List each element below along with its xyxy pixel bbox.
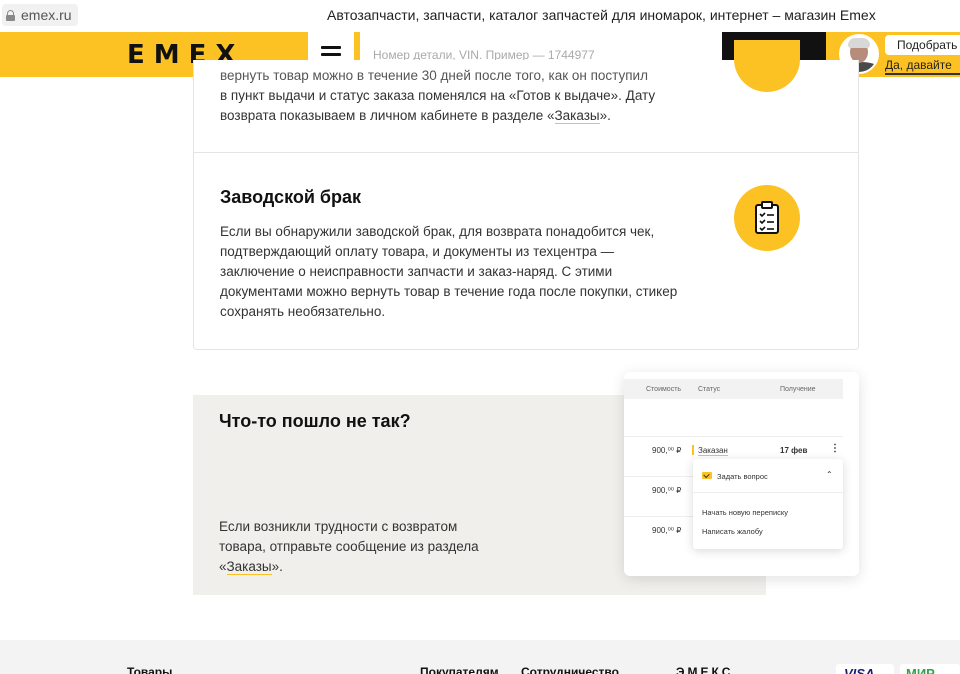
- badge-circle: [734, 40, 800, 92]
- status: Заказан: [698, 446, 728, 456]
- promo-accept-link[interactable]: Да, давайте: [885, 55, 960, 75]
- price: 900,⁰⁰ ₽: [652, 446, 682, 455]
- menu-item[interactable]: Написать жалобу: [702, 527, 763, 536]
- column-header: Получение: [780, 386, 816, 393]
- delivery-date: 17 фев: [780, 446, 808, 455]
- footer-heading[interactable]: Сотрудничество: [521, 665, 619, 674]
- footer: Товары Покупателям Сотрудничество ЭМЕКС …: [0, 640, 960, 674]
- problem-text: Если возникли трудности с возвратом това…: [219, 519, 479, 575]
- url-text: emex.ru: [21, 7, 72, 23]
- address-bar[interactable]: emex.ru: [2, 4, 78, 26]
- defect-title: Заводской брак: [220, 187, 362, 207]
- visa-logo: VISA: [836, 664, 894, 674]
- more-options-icon[interactable]: ⋮: [830, 443, 840, 454]
- mir-logo: МИР: [900, 664, 960, 674]
- promo-label: Подобрать: [885, 35, 960, 55]
- orders-link[interactable]: Заказы: [554, 108, 600, 124]
- return-terms-text: вернуть товар можно в течение 30 дней по…: [220, 68, 656, 124]
- page-tab-title: Автозапчасти, запчасти, каталог запчасте…: [327, 7, 876, 23]
- divider: [194, 152, 858, 153]
- returns-card: вернуть товар можно в течение 30 дней по…: [193, 40, 859, 350]
- clipboard-icon: [734, 185, 800, 251]
- lock-icon: [6, 9, 15, 21]
- footer-heading[interactable]: Товары: [127, 665, 172, 674]
- price: 900,⁰⁰ ₽: [652, 486, 682, 495]
- footer-heading[interactable]: Покупателям: [420, 665, 499, 674]
- hamburger-icon-bar: [321, 46, 341, 49]
- problem-title: Что-то пошло не так?: [219, 411, 411, 431]
- hamburger-icon-bar: [321, 53, 341, 56]
- column-header: Статус: [698, 386, 721, 393]
- menu-item[interactable]: Начать новую переписку: [702, 508, 788, 517]
- mail-icon: [702, 472, 712, 479]
- orders-mockup: Стоимость Статус Получение 900,⁰⁰ ₽ Зака…: [624, 372, 859, 576]
- price: 900,⁰⁰ ₽: [652, 526, 682, 535]
- column-header: Стоимость: [646, 386, 682, 393]
- chevron-up-icon: ⌃: [826, 470, 833, 479]
- orders-link[interactable]: Заказы: [226, 559, 272, 575]
- browser-bar: emex.ru Автозапчасти, запчасти, каталог …: [0, 0, 960, 32]
- footer-heading[interactable]: ЭМЕКС: [676, 665, 733, 674]
- ask-question-dropdown: Задать вопрос ⌃ Начать новую переписку Н…: [693, 459, 843, 549]
- defect-text: Если вы обнаружили заводской брак, для в…: [220, 224, 678, 319]
- mockup-table-header: Стоимость Статус Получение: [624, 379, 843, 399]
- dropdown-header[interactable]: Задать вопрос ⌃: [693, 459, 843, 493]
